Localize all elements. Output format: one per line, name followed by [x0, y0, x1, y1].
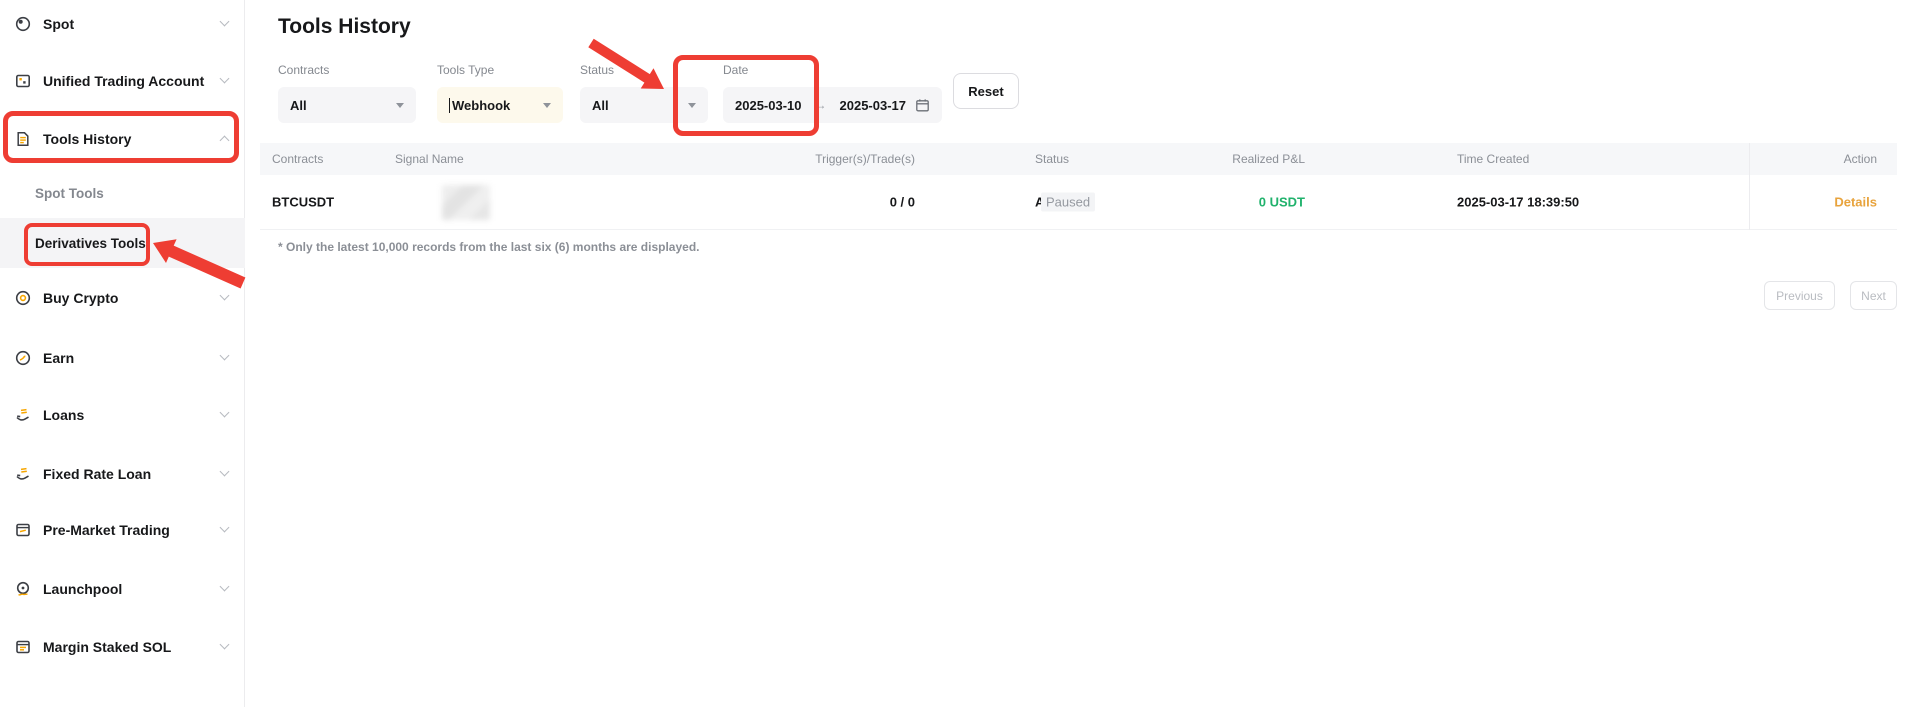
contracts-select[interactable]: All: [278, 87, 416, 123]
sidebar-item-tools-history[interactable]: Tools History: [0, 127, 245, 151]
header-contracts: Contracts: [272, 152, 323, 166]
header-status: Status: [1035, 152, 1069, 166]
loans-icon: [14, 406, 32, 424]
sidebar-item-label: Earn: [43, 350, 74, 366]
cell-contracts: BTCUSDT: [272, 195, 334, 210]
header-signal-name: Signal Name: [395, 152, 464, 166]
select-arrow-icon: [688, 103, 696, 108]
sidebar-item-label: Spot: [43, 16, 74, 32]
pre-market-trading-icon: [14, 521, 32, 539]
sidebar-item-label: Tools History: [43, 131, 131, 147]
header-triggers-trades: Trigger(s)/Trade(s): [740, 152, 915, 166]
launchpool-icon: [14, 580, 32, 598]
page-title: Tools History: [278, 15, 411, 39]
main-content: Tools History Contracts All Tools Type W…: [245, 0, 1910, 707]
date-range-arrow-icon: →: [815, 98, 827, 112]
sidebar-item-label: Launchpool: [43, 581, 122, 597]
filter-date: Date 2025-03-10 → 2025-03-17: [723, 63, 942, 123]
cell-triggers-trades: 0 / 0: [740, 195, 915, 210]
cell-time-created: 2025-03-17 18:39:50: [1457, 195, 1579, 210]
chevron-down-icon: [220, 351, 230, 361]
action-column-divider: [1749, 143, 1750, 230]
buy-crypto-icon: [14, 289, 32, 307]
header-realized-pnl: Realized P&L: [1155, 152, 1305, 166]
fixed-rate-loan-icon: [14, 465, 32, 483]
sidebar-item-margin-staked-sol[interactable]: Margin Staked SOL: [0, 635, 245, 659]
filter-status-label: Status: [580, 63, 708, 77]
unified-trading-account-icon: [14, 72, 32, 90]
sidebar-item-loans[interactable]: Loans: [0, 403, 245, 427]
earn-icon: [14, 349, 32, 367]
sidebar-item-spot-tools[interactable]: Spot Tools: [0, 181, 245, 205]
chevron-up-icon: [220, 136, 230, 146]
sidebar: Spot Unified Trading Account Tools Histo…: [0, 0, 245, 707]
next-page-button[interactable]: Next: [1850, 281, 1897, 310]
filter-tools-type: Tools Type Webhook: [437, 63, 563, 123]
details-link[interactable]: Details: [1740, 195, 1877, 210]
sidebar-item-label: Unified Trading Account: [43, 73, 204, 89]
previous-page-button[interactable]: Previous: [1764, 281, 1835, 310]
tools-type-select[interactable]: Webhook: [437, 87, 563, 123]
sidebar-item-label: Fixed Rate Loan: [43, 466, 151, 482]
chevron-down-icon: [220, 408, 230, 418]
filter-contracts: Contracts All: [278, 63, 416, 123]
table-header-row: Contracts Signal Name Trigger(s)/Trade(s…: [260, 143, 1897, 175]
margin-staked-sol-icon: [14, 638, 32, 656]
sidebar-item-launchpool[interactable]: Launchpool: [0, 577, 245, 601]
sidebar-item-fixed-rate-loan[interactable]: Fixed Rate Loan: [0, 462, 245, 486]
cell-realized-pnl: 0 USDT: [1155, 195, 1305, 210]
sidebar-item-pre-market-trading[interactable]: Pre-Market Trading: [0, 518, 245, 542]
date-end-value: 2025-03-17: [840, 98, 907, 113]
table-row: BTCUSDT 0 / 0 ActivePaused 0 USDT 2025-0…: [260, 175, 1897, 230]
text-caret: [449, 98, 450, 113]
contracts-select-value: All: [290, 98, 307, 113]
records-footnote: * Only the latest 10,000 records from th…: [278, 240, 699, 254]
header-time-created: Time Created: [1457, 152, 1529, 166]
reset-button[interactable]: Reset: [953, 73, 1019, 109]
date-start-value: 2025-03-10: [735, 98, 802, 113]
tools-history-icon: [14, 130, 32, 148]
sidebar-item-label: Pre-Market Trading: [43, 522, 170, 538]
status-select-value: All: [592, 98, 609, 113]
date-range-picker[interactable]: 2025-03-10 → 2025-03-17: [723, 87, 942, 123]
chevron-down-icon: [220, 640, 230, 650]
filter-date-label: Date: [723, 63, 942, 77]
filter-contracts-label: Contracts: [278, 63, 416, 77]
status-select[interactable]: All: [580, 87, 708, 123]
sidebar-item-earn[interactable]: Earn: [0, 346, 245, 370]
filter-tools-type-label: Tools Type: [437, 63, 563, 77]
sidebar-item-label: Buy Crypto: [43, 290, 118, 306]
sidebar-subitem-label: Derivatives Tools: [35, 236, 146, 251]
select-arrow-icon: [396, 103, 404, 108]
sidebar-item-spot[interactable]: Spot: [0, 12, 245, 36]
signal-name-masked: [442, 185, 490, 220]
sidebar-item-unified-trading-account[interactable]: Unified Trading Account: [0, 69, 245, 93]
tools-history-table: Contracts Signal Name Trigger(s)/Trade(s…: [260, 143, 1897, 230]
calendar-icon: [915, 98, 930, 113]
sidebar-item-label: Loans: [43, 407, 84, 423]
spot-icon: [14, 15, 32, 33]
status-badge: Paused: [1041, 193, 1095, 212]
chevron-down-icon: [220, 467, 230, 477]
chevron-down-icon: [220, 74, 230, 84]
sidebar-subitem-label: Spot Tools: [35, 186, 104, 201]
select-arrow-icon: [543, 103, 551, 108]
chevron-down-icon: [220, 291, 230, 301]
chevron-down-icon: [220, 17, 230, 27]
sidebar-item-derivatives-tools[interactable]: Derivatives Tools: [0, 231, 245, 255]
sidebar-item-label: Margin Staked SOL: [43, 639, 171, 655]
filter-status: Status All: [580, 63, 708, 123]
sidebar-item-buy-crypto[interactable]: Buy Crypto: [0, 286, 245, 310]
tools-type-select-value: Webhook: [452, 98, 510, 113]
chevron-down-icon: [220, 582, 230, 592]
header-action: Action: [1740, 152, 1877, 166]
chevron-down-icon: [220, 523, 230, 533]
